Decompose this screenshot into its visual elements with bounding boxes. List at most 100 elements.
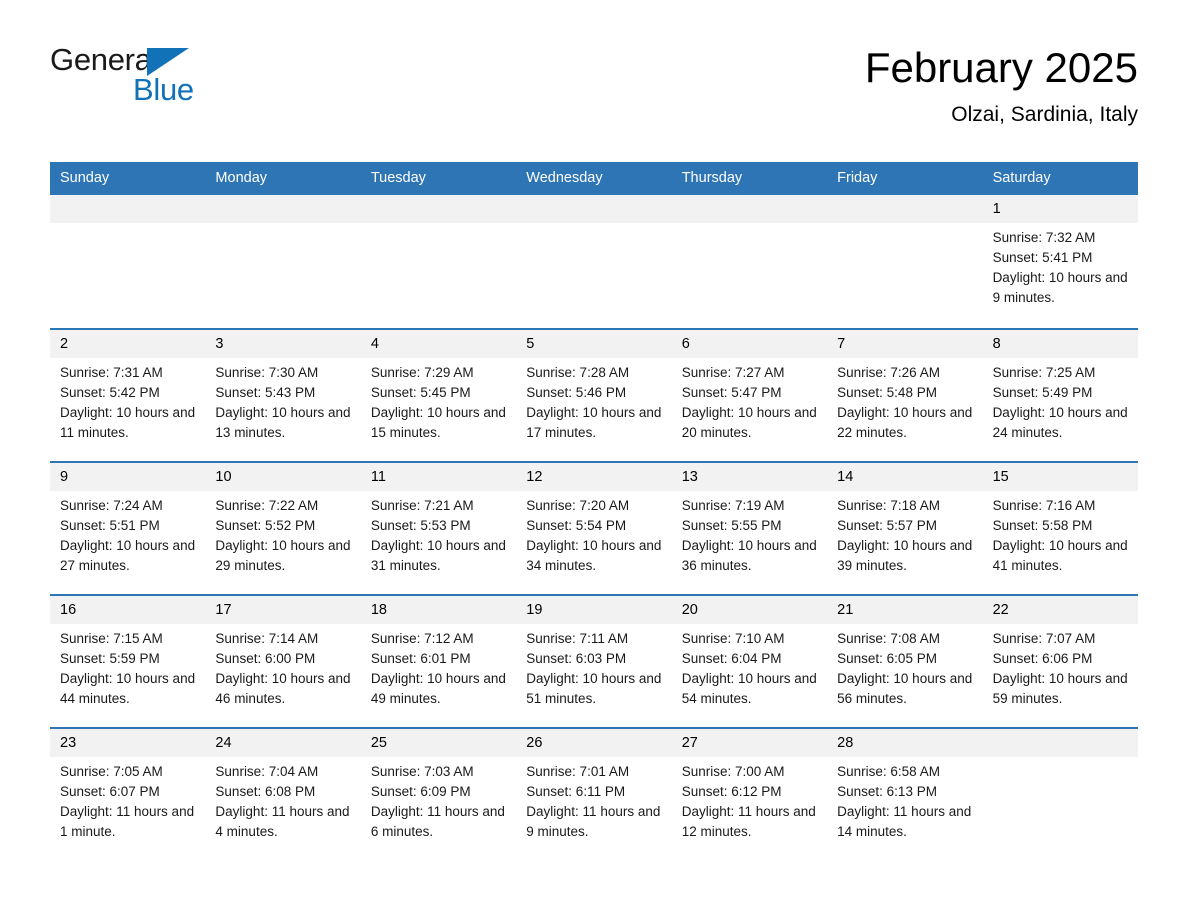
day-number: 27 bbox=[671, 729, 828, 757]
day-cell-empty bbox=[360, 195, 517, 328]
day-cell[interactable]: 19 Sunrise: 7:11 AM Sunset: 6:03 PM Dayligh… bbox=[516, 596, 672, 727]
sunset-text: Sunset: 5:43 PM bbox=[215, 385, 316, 400]
daylight-text: Daylight: 10 hours and 29 minutes. bbox=[215, 538, 351, 573]
day-cell[interactable]: 10 Sunrise: 7:22 AM Sunset: 5:52 PM Dayligh… bbox=[205, 463, 361, 594]
daylight-text: Daylight: 10 hours and 39 minutes. bbox=[837, 538, 973, 573]
day-sun-info: Sunrise: 7:11 AM Sunset: 6:03 PM Daylight:… bbox=[516, 624, 671, 709]
day-cell[interactable]: 25 Sunrise: 7:03 AM Sunset: 6:09 PM Dayligh… bbox=[360, 729, 517, 860]
calendar-page: General Blue February 2025 Olzai, Sardin… bbox=[0, 0, 1188, 918]
sunrise-text: Sunrise: 7:22 AM bbox=[215, 498, 319, 513]
general-blue-logo: General Blue bbox=[50, 42, 200, 114]
day-cell[interactable]: 13 Sunrise: 7:19 AM Sunset: 5:55 PM Dayligh… bbox=[671, 463, 828, 594]
day-cell[interactable]: 5 Sunrise: 7:28 AM Sunset: 5:46 PM Daylight… bbox=[516, 330, 672, 461]
day-cell[interactable]: 16 Sunrise: 7:15 AM Sunset: 5:59 PM Dayligh… bbox=[50, 596, 206, 727]
sunrise-text: Sunrise: 7:20 AM bbox=[526, 498, 630, 513]
day-sun-info: Sunrise: 7:19 AM Sunset: 5:55 PM Daylight:… bbox=[672, 491, 827, 576]
sunset-text: Sunset: 6:07 PM bbox=[60, 784, 160, 799]
sunrise-text: Sunrise: 7:21 AM bbox=[370, 498, 474, 513]
day-sun-info: Sunrise: 7:08 AM Sunset: 6:05 PM Daylight:… bbox=[827, 624, 982, 709]
sunrise-text: Sunrise: 7:12 AM bbox=[370, 631, 474, 646]
day-cell[interactable]: 24 Sunrise: 7:04 AM Sunset: 6:08 PM Dayligh… bbox=[205, 729, 361, 860]
day-cell[interactable]: 2 Sunrise: 7:31 AM Sunset: 5:42 PM Daylight… bbox=[50, 330, 206, 461]
day-cell[interactable]: 12 Sunrise: 7:20 AM Sunset: 5:54 PM Dayligh… bbox=[516, 463, 672, 594]
day-cell[interactable]: 28 Sunrise: 6:58 AM Sunset: 6:13 PM Dayligh… bbox=[827, 729, 983, 860]
day-sun-info: Sunrise: 7:04 AM Sunset: 6:08 PM Daylight:… bbox=[205, 757, 360, 842]
day-cell[interactable]: 18 Sunrise: 7:12 AM Sunset: 6:01 PM Dayligh… bbox=[360, 596, 517, 727]
day-cell[interactable]: 15 Sunrise: 7:16 AM Sunset: 5:58 PM Dayligh… bbox=[982, 463, 1138, 594]
day-cell[interactable]: 4 Sunrise: 7:29 AM Sunset: 5:45 PM Daylight… bbox=[360, 330, 517, 461]
day-number: 4 bbox=[360, 330, 517, 358]
day-number: 22 bbox=[982, 596, 1138, 624]
daylight-text: Daylight: 10 hours and 34 minutes. bbox=[526, 538, 662, 573]
day-number bbox=[50, 195, 206, 223]
day-number bbox=[205, 195, 361, 223]
sunrise-text: Sunrise: 7:14 AM bbox=[215, 631, 319, 646]
sunset-text: Sunset: 6:01 PM bbox=[370, 651, 471, 666]
day-sun-info: Sunrise: 7:01 AM Sunset: 6:11 PM Daylight:… bbox=[516, 757, 671, 842]
day-number bbox=[671, 195, 828, 223]
sunrise-text: Sunrise: 7:15 AM bbox=[60, 631, 163, 646]
calendar-weeks: 1 Sunrise: 7:32 AM Sunset: 5:41 PM Daylight… bbox=[50, 195, 1138, 860]
day-sun-info: Sunrise: 7:27 AM Sunset: 5:47 PM Daylight:… bbox=[672, 358, 827, 443]
day-sun-info: Sunrise: 7:05 AM Sunset: 6:07 PM Daylight:… bbox=[50, 757, 205, 842]
daylight-text: Daylight: 10 hours and 9 minutes. bbox=[992, 270, 1128, 305]
day-number bbox=[982, 729, 1138, 757]
sunrise-text: Sunrise: 7:01 AM bbox=[526, 764, 630, 779]
day-cell[interactable]: 14 Sunrise: 7:18 AM Sunset: 5:57 PM Dayligh… bbox=[827, 463, 983, 594]
daylight-text: Daylight: 10 hours and 49 minutes. bbox=[370, 671, 506, 706]
sunset-text: Sunset: 5:46 PM bbox=[526, 385, 627, 400]
sunset-text: Sunset: 5:51 PM bbox=[60, 518, 160, 533]
sunrise-text: Sunrise: 7:10 AM bbox=[681, 631, 785, 646]
day-number: 7 bbox=[827, 330, 983, 358]
day-cell[interactable]: 7 Sunrise: 7:26 AM Sunset: 5:48 PM Daylight… bbox=[827, 330, 983, 461]
day-cell[interactable]: 3 Sunrise: 7:30 AM Sunset: 5:43 PM Daylight… bbox=[205, 330, 361, 461]
day-number: 6 bbox=[671, 330, 828, 358]
day-sun-info: Sunrise: 7:30 AM Sunset: 5:43 PM Daylight:… bbox=[205, 358, 360, 443]
day-cell[interactable]: 1 Sunrise: 7:32 AM Sunset: 5:41 PM Daylight… bbox=[982, 195, 1138, 328]
day-cell[interactable]: 8 Sunrise: 7:25 AM Sunset: 5:49 PM Daylight… bbox=[982, 330, 1138, 461]
day-cell[interactable]: 26 Sunrise: 7:01 AM Sunset: 6:11 PM Dayligh… bbox=[516, 729, 672, 860]
daylight-text: Daylight: 10 hours and 54 minutes. bbox=[681, 671, 817, 706]
daylight-text: Daylight: 10 hours and 22 minutes. bbox=[837, 405, 973, 440]
day-sun-info: Sunrise: 7:21 AM Sunset: 5:53 PM Daylight:… bbox=[361, 491, 516, 576]
sunset-text: Sunset: 5:52 PM bbox=[215, 518, 316, 533]
sunset-text: Sunset: 6:06 PM bbox=[992, 651, 1093, 666]
day-cell[interactable]: 20 Sunrise: 7:10 AM Sunset: 6:04 PM Dayligh… bbox=[671, 596, 828, 727]
sunset-text: Sunset: 5:49 PM bbox=[992, 385, 1093, 400]
day-number: 16 bbox=[50, 596, 206, 624]
sunset-text: Sunset: 5:48 PM bbox=[837, 385, 937, 400]
page-title: February 2025 bbox=[864, 44, 1138, 91]
daylight-text: Daylight: 11 hours and 4 minutes. bbox=[215, 804, 350, 839]
day-sun-info: Sunrise: 7:28 AM Sunset: 5:46 PM Daylight:… bbox=[516, 358, 671, 443]
day-number: 14 bbox=[827, 463, 983, 491]
day-number: 5 bbox=[516, 330, 672, 358]
sunrise-text: Sunrise: 6:58 AM bbox=[837, 764, 940, 779]
day-number: 3 bbox=[205, 330, 361, 358]
day-cell[interactable]: 21 Sunrise: 7:08 AM Sunset: 6:05 PM Dayligh… bbox=[827, 596, 983, 727]
sunrise-text: Sunrise: 7:08 AM bbox=[837, 631, 940, 646]
day-sun-info: Sunrise: 7:22 AM Sunset: 5:52 PM Daylight:… bbox=[205, 491, 360, 576]
sunset-text: Sunset: 6:09 PM bbox=[370, 784, 471, 799]
day-sun-info: Sunrise: 7:14 AM Sunset: 6:00 PM Daylight:… bbox=[205, 624, 360, 709]
day-cell[interactable]: 9 Sunrise: 7:24 AM Sunset: 5:51 PM Daylight… bbox=[50, 463, 206, 594]
day-cell[interactable]: 27 Sunrise: 7:00 AM Sunset: 6:12 PM Dayligh… bbox=[671, 729, 828, 860]
day-cell[interactable]: 17 Sunrise: 7:14 AM Sunset: 6:00 PM Dayligh… bbox=[205, 596, 361, 727]
day-sun-info: Sunrise: 7:31 AM Sunset: 5:42 PM Daylight:… bbox=[50, 358, 205, 443]
day-sun-info: Sunrise: 7:07 AM Sunset: 6:06 PM Daylight:… bbox=[983, 624, 1138, 709]
sunset-text: Sunset: 5:42 PM bbox=[60, 385, 160, 400]
daylight-text: Daylight: 10 hours and 36 minutes. bbox=[681, 538, 817, 573]
day-number: 19 bbox=[516, 596, 672, 624]
sunrise-text: Sunrise: 7:00 AM bbox=[681, 764, 785, 779]
day-cell[interactable]: 22 Sunrise: 7:07 AM Sunset: 6:06 PM Dayligh… bbox=[982, 596, 1138, 727]
day-cell[interactable]: 11 Sunrise: 7:21 AM Sunset: 5:53 PM Dayligh… bbox=[360, 463, 517, 594]
daylight-text: Daylight: 10 hours and 56 minutes. bbox=[837, 671, 973, 706]
sunrise-text: Sunrise: 7:29 AM bbox=[370, 365, 474, 380]
sunset-text: Sunset: 6:08 PM bbox=[215, 784, 316, 799]
daylight-text: Daylight: 11 hours and 9 minutes. bbox=[526, 804, 661, 839]
day-cell[interactable]: 23 Sunrise: 7:05 AM Sunset: 6:07 PM Dayligh… bbox=[50, 729, 206, 860]
day-cell-empty bbox=[205, 195, 361, 328]
sunset-text: Sunset: 6:11 PM bbox=[526, 784, 626, 799]
day-cell[interactable]: 6 Sunrise: 7:27 AM Sunset: 5:47 PM Daylight… bbox=[671, 330, 828, 461]
day-number: 21 bbox=[827, 596, 983, 624]
weekday-header-friday: Friday bbox=[837, 170, 878, 186]
